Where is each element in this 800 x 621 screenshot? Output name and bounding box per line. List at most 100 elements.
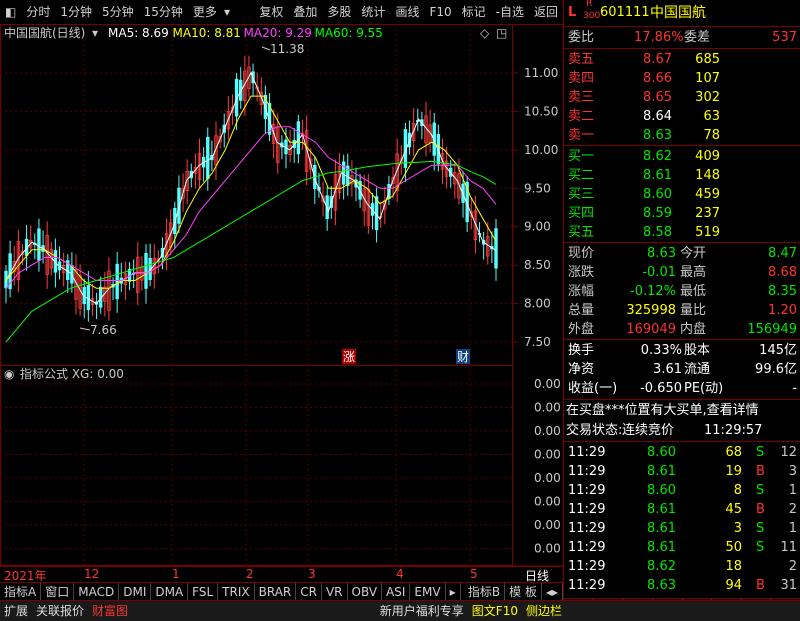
ask-row[interactable]: 卖四 8.66 107 — [564, 69, 800, 88]
indicator-collapse-icon[interactable]: ◉ — [4, 367, 14, 381]
ask-row[interactable]: 卖三 8.65 302 — [564, 88, 800, 107]
indicator-tab[interactable]: 指标A — [0, 583, 42, 601]
stat-row[interactable]: 总量 325998 量比 1.20 — [564, 301, 800, 320]
wealth-map-button[interactable]: 财富图 — [88, 601, 132, 621]
tick-time: 11:29 — [568, 445, 606, 460]
adjust-button[interactable]: 复权 — [254, 0, 288, 24]
f10-button[interactable]: F10 — [424, 0, 456, 24]
indicator-b-tab[interactable]: 指标B — [464, 583, 506, 601]
price-axis: 11.00 10.50 10.00 9.50 9.00 8.50 8.00 7.50 — [512, 66, 558, 349]
ask-row[interactable]: 卖二 8.64 63 — [564, 107, 800, 126]
stock-name: 中国国航 — [650, 5, 706, 21]
moving-averages — [5, 71, 497, 343]
ask-row[interactable]: 卖一 8.63 78 — [564, 126, 800, 145]
indicator-tab[interactable]: DMI — [119, 583, 152, 601]
stat-row[interactable]: 涨跌 -0.01 最高 8.68 — [564, 263, 800, 282]
period-more[interactable]: 更多 — [188, 0, 222, 24]
indicator-tab[interactable]: OBV — [348, 583, 383, 601]
tabs-next-icon[interactable]: ▸ — [446, 583, 461, 601]
tick-side: S — [756, 540, 765, 555]
stat-label: 今开 — [680, 246, 707, 261]
tick-row[interactable]: 11:29 8.60 8 S 1 — [564, 481, 800, 500]
big-order-notice[interactable]: 在买盘***位置有大买单,查看详情 — [564, 401, 800, 420]
mark-button[interactable]: 标记 — [457, 0, 491, 24]
remove-watchlist-button[interactable]: -自选 — [491, 0, 529, 24]
status-bar: 扩展 关联报价 财富图 新用户福利专享 图文F10 侧边栏 — [0, 600, 800, 621]
stat-label: 量比 — [680, 303, 707, 318]
tick-time: 11:29 — [568, 483, 606, 498]
ma-label: MA10: 8.81 — [173, 26, 241, 40]
indicator-tab[interactable]: CR — [296, 583, 322, 601]
collapse-icon[interactable]: ◧ — [0, 0, 21, 24]
window-toggle-icon[interactable]: ◳ — [496, 26, 507, 40]
indicator-tick: 0.00 — [534, 377, 561, 391]
tick-side: S — [756, 483, 765, 498]
stat-row[interactable]: 涨幅 -0.12% 最低 8.35 — [564, 282, 800, 301]
fund-row[interactable]: 净资 3.61 流通 99.6亿 — [564, 360, 800, 379]
related-quote-button[interactable]: 关联报价 — [32, 601, 88, 621]
period-1min[interactable]: 1分钟 — [55, 0, 97, 24]
dropdown-icon[interactable]: ▾ — [92, 26, 98, 40]
tick-side: S — [756, 521, 765, 536]
bid-row[interactable]: 买五 8.58 519 — [564, 223, 800, 242]
price-tick: 8.00 — [524, 297, 551, 311]
indicator-tab[interactable]: MACD — [74, 583, 120, 601]
indicator-tab[interactable]: ASI — [382, 583, 411, 601]
fund-value: 99.6亿 — [755, 362, 797, 377]
stat-value: -0.12% — [630, 284, 676, 299]
period-5min[interactable]: 5分钟 — [97, 0, 139, 24]
main-chart-frame — [0, 24, 513, 366]
fund-row[interactable]: 换手 0.33% 股本 145亿 — [564, 341, 800, 360]
tick-price: 8.60 — [647, 483, 676, 498]
ask-label: 卖一 — [568, 128, 595, 143]
tick-row[interactable]: 11:29 8.61 3 S 1 — [564, 519, 800, 538]
indicator-tab[interactable]: FSL — [188, 583, 219, 601]
tick-row[interactable]: 11:29 8.60 68 S 12 — [564, 443, 800, 462]
fund-value: 3.61 — [653, 362, 682, 377]
tick-row[interactable]: 11:29 8.61 19 B 3 — [564, 462, 800, 481]
tick-price: 8.63 — [647, 578, 676, 593]
indicator-tab[interactable]: 窗口 — [41, 583, 75, 601]
tick-side: B — [756, 502, 765, 517]
bid-row[interactable]: 买一 8.62 409 — [564, 147, 800, 166]
more-dropdown-icon[interactable]: ▾ — [222, 0, 232, 24]
tabs-scroll-icon[interactable]: ◂▸ — [542, 583, 563, 601]
indicator-tick: 0.00 — [534, 495, 561, 509]
indicator-tab[interactable]: TRIX — [218, 583, 255, 601]
ask-row[interactable]: 卖五 8.67 685 — [564, 50, 800, 69]
stat-row[interactable]: 外盘 169049 内盘 156949 — [564, 320, 800, 339]
tick-row[interactable]: 11:29 8.61 50 S 11 — [564, 538, 800, 557]
period-intraday[interactable]: 分时 — [21, 0, 55, 24]
new-user-promo-button[interactable]: 新用户福利专享 — [376, 601, 468, 621]
back-button[interactable]: 返回 — [529, 0, 563, 24]
sidebar-button[interactable]: 侧边栏 — [522, 601, 800, 621]
expand-button[interactable]: 扩展 — [0, 601, 32, 621]
tick-row[interactable]: 11:29 8.63 94 B 31 — [564, 576, 800, 595]
fund-row[interactable]: 收益(一) -0.650 PE(动) - — [564, 379, 800, 398]
tick-row[interactable]: 11:29 8.61 45 B 2 — [564, 500, 800, 519]
indicator-tab[interactable]: DMA — [151, 583, 189, 601]
tick-row[interactable]: 11:29 8.62 18 2 — [564, 557, 800, 576]
indicator-tab[interactable]: VR — [322, 583, 348, 601]
overlay-button[interactable]: 叠加 — [288, 0, 322, 24]
kline-chart[interactable]: 中国国航(日线) ▾ MA5: 8.69 MA10: 8.81 MA20: 9.29… — [0, 24, 563, 566]
price-tick: 7.50 — [524, 335, 551, 349]
tick-volume: 45 — [725, 502, 742, 517]
f10-graphic-button[interactable]: 图文F10 — [468, 601, 522, 621]
bid-row[interactable]: 买三 8.60 459 — [564, 185, 800, 204]
event-marker-finance-label: 财 — [457, 350, 469, 364]
price-tick: 9.50 — [524, 181, 551, 195]
bid-row[interactable]: 买二 8.61 148 — [564, 166, 800, 185]
stat-row[interactable]: 现价 8.63 今开 8.47 — [564, 244, 800, 263]
fund-label: 净资 — [568, 362, 595, 377]
tick-volume: 19 — [725, 464, 742, 479]
diamond-icon[interactable]: ◇ — [480, 26, 490, 40]
template-tab[interactable]: 模 板 — [505, 583, 542, 601]
draw-line-button[interactable]: 画线 — [390, 0, 424, 24]
statistics-button[interactable]: 统计 — [356, 0, 390, 24]
indicator-tab[interactable]: BRAR — [255, 583, 297, 601]
period-15min[interactable]: 15分钟 — [139, 0, 188, 24]
indicator-tab[interactable]: EMV — [410, 583, 446, 601]
multi-stock-button[interactable]: 多股 — [322, 0, 356, 24]
bid-row[interactable]: 买四 8.59 237 — [564, 204, 800, 223]
